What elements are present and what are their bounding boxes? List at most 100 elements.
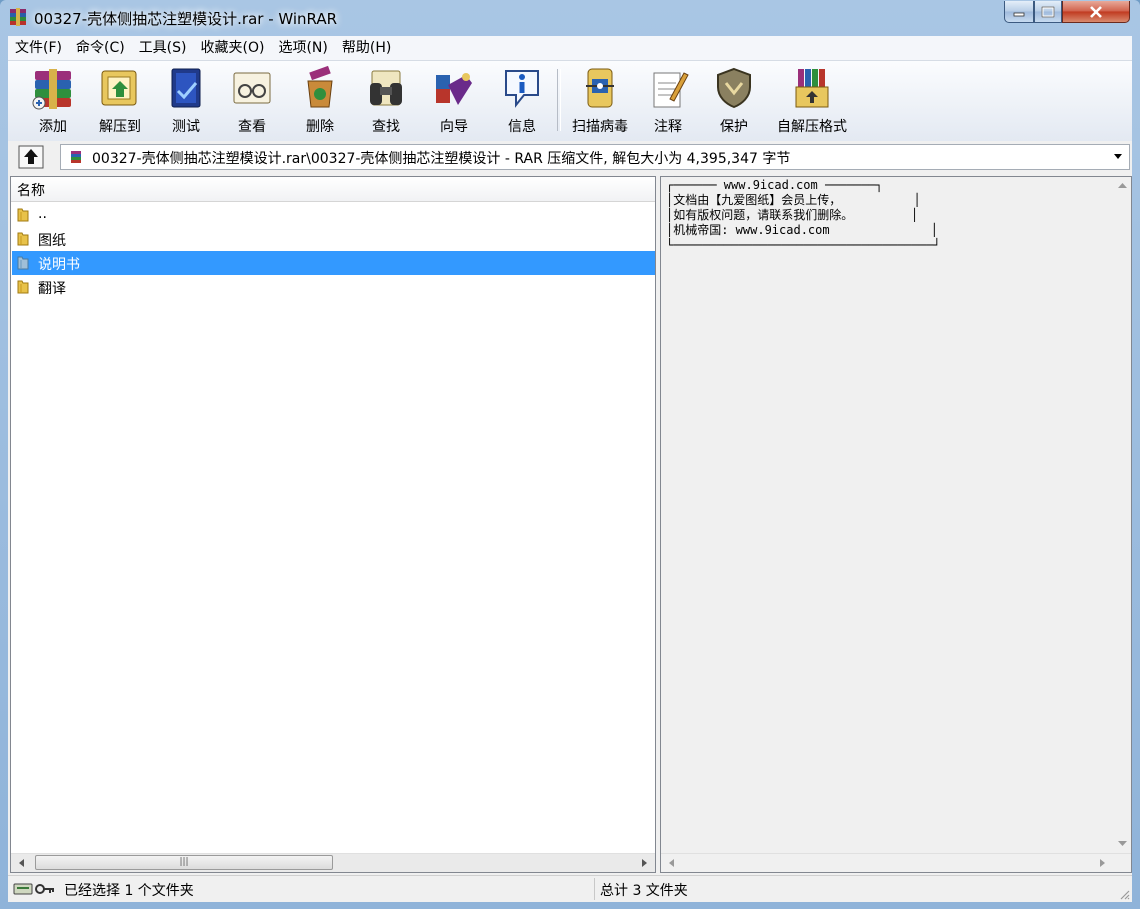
toolbar-separator	[557, 69, 561, 131]
wizard-icon	[436, 73, 472, 105]
comment-line: │如有版权问题，请联系我们删除。 │	[666, 208, 919, 222]
close-button[interactable]	[1062, 1, 1130, 23]
menu-file[interactable]: 文件(F)	[8, 36, 69, 60]
archive-path: 00327-壳体侧抽芯注塑模设计.rar\00327-壳体侧抽芯注塑模设计 - …	[92, 151, 791, 167]
test-label: 测试	[172, 119, 200, 135]
winrar-window: 00327-壳体侧抽芯注塑模设计.rar - WinRAR 文件(F) 命令(C…	[0, 0, 1140, 909]
extract-to-button[interactable]: 解压到	[88, 65, 152, 137]
protect-label: 保护	[720, 119, 748, 135]
menu-tools[interactable]: 工具(S)	[132, 36, 194, 60]
comment-button[interactable]: 注释	[636, 65, 700, 137]
delete-label: 删除	[306, 119, 334, 135]
scroll-left-icon[interactable]	[665, 857, 679, 869]
comment-line: ┌────── www.9icad.com ───────┐	[666, 178, 883, 192]
status-divider	[594, 878, 595, 900]
folder-icon	[17, 232, 29, 246]
path-combobox[interactable]: 00327-壳体侧抽芯注塑模设计.rar\00327-壳体侧抽芯注塑模设计 - …	[60, 144, 1130, 170]
sfx-box-icon	[795, 69, 829, 108]
comment-line: │机械帝国: www.9icad.com │	[666, 223, 938, 237]
menu-favorites[interactable]: 收藏夹(O)	[194, 36, 272, 60]
window-title: 00327-壳体侧抽芯注塑模设计.rar - WinRAR	[34, 10, 338, 28]
list-item[interactable]: 图纸	[12, 227, 655, 251]
item-name: 图纸	[38, 233, 66, 249]
list-item[interactable]: 翻译	[12, 275, 655, 299]
file-list[interactable]: 名称 .. 图纸 说明书 翻译 |||	[10, 176, 656, 873]
virus-scan-button[interactable]: 扫描病毒	[562, 65, 638, 137]
comment-label: 注释	[654, 119, 682, 135]
add-label: 添加	[39, 119, 67, 135]
find-binoculars-icon	[370, 70, 402, 106]
extract-to-icon	[101, 70, 137, 106]
wizard-button[interactable]: 向导	[422, 65, 486, 137]
comment-pen-icon	[653, 72, 689, 108]
sfx-label: 自解压格式	[777, 119, 847, 135]
item-name: ..	[38, 206, 47, 222]
info-label: 信息	[508, 119, 536, 135]
protect-shield-icon	[717, 67, 751, 109]
comment-line: └────────────────────────────────────┘	[666, 238, 941, 252]
up-folder-button[interactable]	[18, 145, 44, 169]
info-button[interactable]: 信息	[490, 65, 554, 137]
column-header-name[interactable]: 名称	[11, 177, 655, 202]
view-label: 查看	[238, 119, 266, 135]
test-button[interactable]: 测试	[154, 65, 218, 137]
delete-button[interactable]: 删除	[288, 65, 352, 137]
test-archive-icon	[171, 68, 201, 108]
folder-icon	[17, 280, 29, 294]
sfx-button[interactable]: 自解压格式	[768, 65, 856, 137]
horizontal-scrollbar[interactable]: |||	[11, 853, 655, 872]
selection-status: 已经选择 1 个文件夹	[64, 883, 194, 899]
comment-horizontal-scrollbar[interactable]	[661, 853, 1131, 872]
winrar-books-icon	[10, 8, 26, 26]
maximize-icon	[1041, 6, 1055, 17]
list-item[interactable]: 说明书	[12, 251, 655, 275]
scrollbar-thumb[interactable]: |||	[35, 855, 333, 870]
info-icon	[505, 70, 539, 108]
title-bar[interactable]: 00327-壳体侧抽芯注塑模设计.rar - WinRAR	[0, 0, 1140, 36]
menu-commands[interactable]: 命令(C)	[69, 36, 132, 60]
comment-line: │文档由【九爱图纸】会员上传， │	[666, 193, 921, 207]
menu-options[interactable]: 选项(N)	[271, 36, 334, 60]
view-glasses-icon	[233, 72, 271, 104]
list-item[interactable]: ..	[12, 203, 655, 227]
menu-bar: 文件(F) 命令(C) 工具(S) 收藏夹(O) 选项(N) 帮助(H)	[8, 36, 1132, 60]
item-name: 说明书	[38, 257, 80, 273]
close-icon	[1090, 5, 1102, 18]
comment-text: ┌────── www.9icad.com ───────┐ │文档由【九爱图纸…	[666, 178, 941, 253]
extract-to-label: 解压到	[99, 119, 141, 135]
scroll-right-icon[interactable]	[1095, 857, 1109, 869]
find-button[interactable]: 查找	[354, 65, 418, 137]
scroll-down-icon[interactable]	[1117, 840, 1128, 848]
add-archive-icon	[32, 69, 71, 110]
minimize-icon	[1013, 12, 1025, 16]
archive-comment[interactable]: ┌────── www.9icad.com ───────┐ │文档由【九爱图纸…	[660, 176, 1132, 873]
total-status: 总计 3 文件夹	[600, 883, 688, 899]
find-label: 查找	[372, 119, 400, 135]
scroll-up-icon[interactable]	[1117, 181, 1128, 189]
folder-icon	[17, 256, 29, 270]
minimize-button[interactable]	[1004, 1, 1034, 23]
drive-key-icon[interactable]	[12, 880, 56, 898]
archive-icon	[71, 151, 81, 163]
folder-icon	[17, 208, 29, 222]
scroll-left-icon[interactable]	[15, 857, 29, 869]
protect-button[interactable]: 保护	[702, 65, 766, 137]
vertical-scrollbar[interactable]	[1114, 177, 1131, 854]
delete-recycle-icon	[307, 65, 333, 108]
toolbar: 添加 解压到 测试 查看 删除 查找 向导 信息 扫描病毒 注释 保护 自解压格…	[8, 60, 1132, 142]
virus-scan-icon	[586, 68, 614, 108]
column-name-label: 名称	[17, 183, 45, 199]
view-button[interactable]: 查看	[220, 65, 284, 137]
wizard-label: 向导	[440, 119, 468, 135]
status-bar: 已经选择 1 个文件夹 总计 3 文件夹	[8, 875, 1132, 902]
menu-help[interactable]: 帮助(H)	[335, 36, 398, 60]
resize-grip-icon[interactable]	[1118, 888, 1130, 900]
chevron-down-icon[interactable]	[1113, 153, 1123, 161]
item-name: 翻译	[38, 281, 66, 297]
add-button[interactable]: 添加	[18, 65, 88, 137]
client-area: 文件(F) 命令(C) 工具(S) 收藏夹(O) 选项(N) 帮助(H) 添加	[8, 36, 1132, 902]
virus-scan-label: 扫描病毒	[572, 119, 628, 135]
scroll-right-icon[interactable]	[637, 857, 651, 869]
maximize-button[interactable]	[1034, 1, 1062, 23]
address-bar: 00327-壳体侧抽芯注塑模设计.rar\00327-壳体侧抽芯注塑模设计 - …	[8, 141, 1132, 173]
